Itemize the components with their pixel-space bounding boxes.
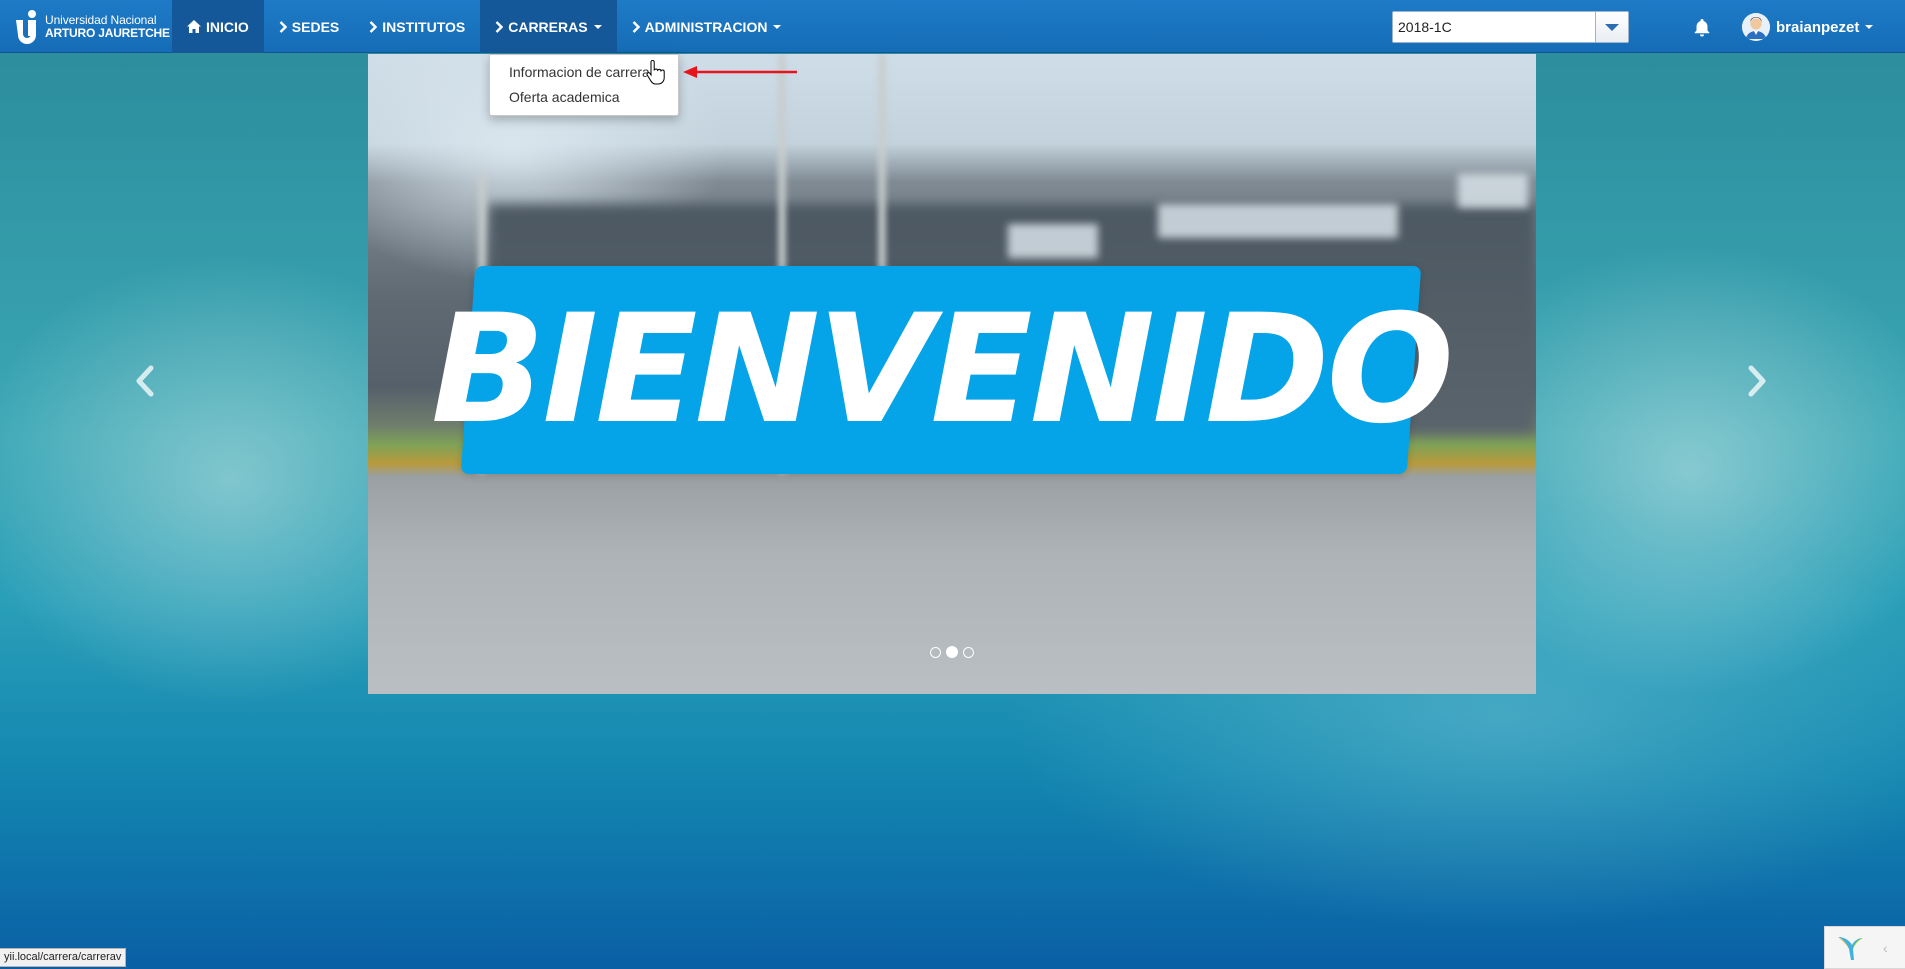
user-menu[interactable]: braianpezet [1742,12,1874,42]
yii-debug-toolbar-toggle[interactable]: ‹ [1824,926,1905,969]
carousel-indicator[interactable] [963,646,974,658]
yii-logo-icon [1838,936,1863,960]
status-bar-url: yii.local/carrera/carrerav [0,948,127,967]
caret-down-icon [773,24,782,29]
chevron-right-icon [369,20,378,33]
nav-administracion-label: ADMINISTRACION [644,18,768,35]
carousel-indicator[interactable] [930,646,941,658]
carousel-next-icon[interactable] [1745,365,1769,397]
annotation-arrow-icon [683,66,797,78]
nav-inicio-label: INICIO [206,18,249,35]
chevron-right-icon [632,20,640,33]
carousel-indicator-active[interactable] [946,646,958,658]
hand-cursor-icon [646,60,665,85]
period-select-value: 2018-1C [1398,19,1452,35]
caret-down-icon [1865,25,1874,29]
nav-inicio[interactable]: INICIO [172,0,264,53]
avatar [1742,13,1770,41]
welcome-title: BIENVENIDO [430,283,1452,457]
university-logo-icon [16,9,36,44]
dropdown-item-oferta-academica[interactable]: Oferta academica [490,87,678,112]
chevron-left-icon: ‹ [1883,939,1888,956]
brand-logo[interactable]: Universidad Nacional ARTURO JAURETCHE [0,0,172,53]
welcome-banner: BIENVENIDO [431,266,1451,474]
caret-down-icon [1605,23,1619,31]
nav-carreras[interactable]: CARRERAS [480,0,617,53]
brand-line-1: Universidad Nacional [45,12,157,27]
brand-line-2: ARTURO JAURETCHE [45,25,170,40]
nav-administracion[interactable]: ADMINISTRACION [617,0,797,53]
user-name: braianpezet [1776,18,1860,36]
home-icon [187,20,201,33]
nav-carreras-label: CARRERAS [508,18,588,35]
nav-institutos[interactable]: INSTITUTOS [354,0,480,53]
period-select[interactable]: 2018-1C [1392,11,1629,43]
bell-icon[interactable] [1692,17,1712,37]
period-select-toggle[interactable] [1595,12,1628,42]
welcome-carousel: BIENVENIDO [368,54,1536,694]
nav-sedes-label: SEDES [291,18,340,35]
nav-sedes[interactable]: SEDES [264,0,354,53]
top-navbar: Universidad Nacional ARTURO JAURETCHE IN… [0,0,1905,53]
nav-institutos-label: INSTITUTOS [382,18,466,35]
chevron-right-icon [495,20,504,33]
caret-down-icon [593,24,602,29]
carousel-prev-icon[interactable] [133,365,157,397]
chevron-right-icon [279,20,287,33]
carousel-indicators [930,646,974,658]
